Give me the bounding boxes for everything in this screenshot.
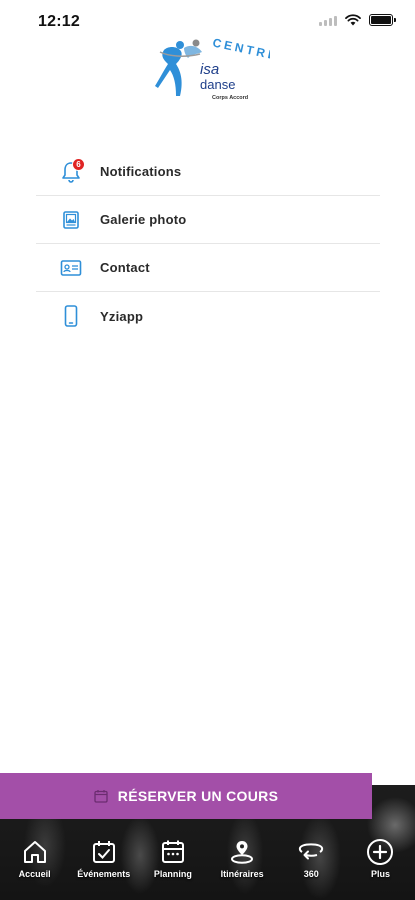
tab-label: Événements [77,869,131,879]
tab-label: 360 [303,869,319,879]
reserver-cours-label: RÉSERVER UN COURS [117,788,279,804]
menu-item-galerie-photo[interactable]: Galerie photo [36,196,380,244]
logo-tagline: Corps Accord [212,95,248,101]
photo-gallery-icon [56,205,86,235]
smartphone-icon [56,301,86,331]
menu-item-label: Yziapp [100,308,144,324]
notification-count-badge: 6 [72,157,85,171]
plus-circle-icon [366,838,394,866]
tab-label: Itinéraires [220,869,264,879]
tab-label: Plus [370,869,390,879]
menu-item-label: Galerie photo [100,212,187,227]
calendar-icon [94,789,108,803]
logo-word-isa: isa [200,61,219,78]
cellular-signal-icon [319,15,337,26]
menu-item-label: Notifications [100,164,182,179]
menu-item-notifications[interactable]: 6 Notifications [36,148,380,196]
battery-icon [369,14,396,26]
logo-word-centre: CENTRE [211,36,270,63]
centre-isa-danse-logo: CENTRE isa danse Corps Accord [155,36,270,101]
tab-label: Planning [153,869,192,879]
menu-item-yziapp[interactable]: Yziapp [36,292,380,340]
status-icons [319,14,396,26]
tab-accueil[interactable]: Accueil [0,838,69,894]
wifi-icon [345,14,361,26]
map-pin-icon [228,838,256,866]
tab-label: Accueil [18,869,51,879]
tab-itineraires[interactable]: Itinéraires [208,838,277,894]
status-time: 12:12 [38,13,80,30]
tab-360[interactable]: 360 [277,838,346,894]
menu-item-contact[interactable]: Contact [36,244,380,292]
tab-evenements[interactable]: Événements [69,838,138,894]
logo-word-danse: danse [200,77,235,92]
menu-list: 6 Notifications Galerie photo Contact Yz… [36,148,380,340]
reserver-cours-button[interactable]: RÉSERVER UN COURS [0,773,372,819]
bottom-tab-bar: Accueil Événements Planning Itinéraires … [0,838,415,894]
contact-card-icon [56,253,86,283]
tab-plus[interactable]: Plus [346,838,415,894]
calendar-check-icon [90,838,118,866]
bell-icon: 6 [56,157,86,187]
home-icon [21,838,49,866]
rotate-360-icon [297,838,325,866]
calendar-grid-icon [159,838,187,866]
tab-planning[interactable]: Planning [138,838,207,894]
menu-item-label: Contact [100,260,150,275]
